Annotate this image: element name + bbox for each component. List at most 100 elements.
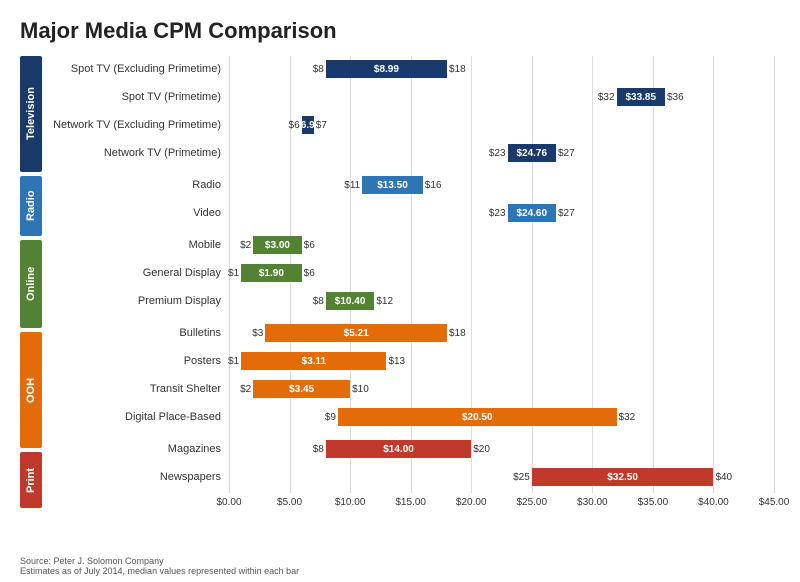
bar-area: $3.11$1 $13 xyxy=(229,352,780,370)
chart-body: TelevisionRadioOnlineOOHPrint Spot TV (E… xyxy=(20,56,780,515)
bar-row: General Display$1.90$1$6 xyxy=(44,260,780,286)
bar-max-label: $20 xyxy=(471,444,490,455)
x-axis-label-8: $40.00 xyxy=(698,497,729,508)
x-axis-label-3: $15.00 xyxy=(395,497,426,508)
bar-row: Spot TV (Primetime)$33.85$32$36 xyxy=(44,84,780,110)
bar-segment: $5.21 xyxy=(265,324,447,342)
bar-segment: $32.50 xyxy=(532,468,714,486)
bar-segment: $24.60 xyxy=(508,204,556,222)
bar-row-label: Spot TV (Excluding Primetime) xyxy=(44,63,229,75)
bar-rows: Spot TV (Excluding Primetime)$8.99$8$18S… xyxy=(44,56,780,490)
bar-max-label: $16 xyxy=(423,180,442,191)
bar-row: Transit Shelter $3.45$2 $10 xyxy=(44,376,780,402)
chart-container: Major Media CPM Comparison TelevisionRad… xyxy=(0,0,800,582)
bar-max-label: $7 xyxy=(314,120,327,131)
bar-row-label: Mobile xyxy=(44,239,229,251)
bar-row-label: Posters xyxy=(44,355,229,367)
bar-max-label: $13 xyxy=(386,356,405,367)
bar-row-label: Premium Display xyxy=(44,295,229,307)
bar-row-label: Newspapers xyxy=(44,471,229,483)
grid-and-rows: Spot TV (Excluding Primetime)$8.99$8$18S… xyxy=(44,56,780,493)
bar-segment: $10.40 xyxy=(326,292,374,310)
bar-row: Newspapers $32.50$25 $40 xyxy=(44,464,780,490)
bar-min-label: $3 xyxy=(252,328,265,339)
bar-row: Network TV (Primetime) $24.76$23 $27 xyxy=(44,140,780,166)
bar-segment: $6.92 xyxy=(302,116,314,134)
bar-max-label: $6 xyxy=(302,268,315,279)
bar-row: Mobile$3.00$2$6 xyxy=(44,232,780,258)
bar-area: $32.50$25 $40 xyxy=(229,468,780,486)
bar-min-label: $25 xyxy=(513,472,532,483)
bar-row-label: Radio xyxy=(44,179,229,191)
bar-row: Spot TV (Excluding Primetime)$8.99$8$18 xyxy=(44,56,780,82)
bar-segment: $13.50 xyxy=(362,176,423,194)
bar-row: Digital Place-Based $20.50$9 $32 xyxy=(44,404,780,430)
x-axis-label-9: $45.00 xyxy=(759,497,790,508)
bar-area: $24.60$23$27 xyxy=(229,204,780,222)
bar-segment: $24.76 xyxy=(508,144,556,162)
bar-area: $8.99$8$18 xyxy=(229,60,780,78)
bar-min-label: $32 xyxy=(598,92,617,103)
footer-line2: Estimates as of July 2014, median values… xyxy=(20,566,299,576)
bar-area: $10.40$8 $12 xyxy=(229,292,780,310)
bar-row-label: Digital Place-Based xyxy=(44,411,229,423)
bar-row: Premium Display $10.40$8 $12 xyxy=(44,288,780,314)
bar-row-label: Bulletins xyxy=(44,327,229,339)
bar-max-label: $32 xyxy=(617,412,636,423)
bar-segment: $33.85 xyxy=(617,88,665,106)
x-axis-labels: $0.00$5.00$10.00$15.00$20.00$25.00$30.00… xyxy=(229,497,780,515)
bar-row-label: Network TV (Primetime) xyxy=(44,147,229,159)
x-axis-label-4: $20.00 xyxy=(456,497,487,508)
bar-segment: $3.45 xyxy=(253,380,350,398)
category-labels: Television Radio Online OOH Print xyxy=(20,56,42,515)
category-label-online: Online xyxy=(20,240,42,328)
category-label-ooh: OOH xyxy=(20,332,42,448)
bar-segment: $20.50 xyxy=(338,408,617,426)
bar-min-label: $6 xyxy=(289,120,302,131)
footer-line1: Source: Peter J. Solomon Company xyxy=(20,556,299,566)
x-axis: $0.00$5.00$10.00$15.00$20.00$25.00$30.00… xyxy=(44,497,780,515)
bar-row-label: Spot TV (Primetime) xyxy=(44,91,229,103)
bar-row: Magazines$14.00$8$20 xyxy=(44,436,780,462)
bar-area: $1.90$1$6 xyxy=(229,264,780,282)
chart-title: Major Media CPM Comparison xyxy=(20,18,780,44)
bar-row-label: Magazines xyxy=(44,443,229,455)
category-label-print: Print xyxy=(20,452,42,508)
bar-max-label: $12 xyxy=(374,296,393,307)
category-label-television: Television xyxy=(20,56,42,172)
x-axis-spacer xyxy=(44,497,229,515)
bar-area: $5.21$3 $18 xyxy=(229,324,780,342)
bar-min-label: $11 xyxy=(344,180,362,191)
bar-max-label: $10 xyxy=(350,384,369,395)
bar-min-label: $2 xyxy=(240,384,253,395)
bar-area: $14.00$8$20 xyxy=(229,440,780,458)
bar-max-label: $18 xyxy=(447,328,466,339)
category-label-radio: Radio xyxy=(20,176,42,236)
bar-area: $3.00$2$6 xyxy=(229,236,780,254)
bar-min-label: $23 xyxy=(489,148,508,159)
bar-row: Bulletins $5.21$3 $18 xyxy=(44,320,780,346)
bar-min-label: $2 xyxy=(240,240,253,251)
bar-min-label: $8 xyxy=(313,64,326,75)
bar-row-label: Transit Shelter xyxy=(44,383,229,395)
bar-min-label: $8 xyxy=(313,444,326,455)
chart-footer: Source: Peter J. Solomon Company Estimat… xyxy=(20,556,299,576)
x-axis-label-5: $25.00 xyxy=(516,497,547,508)
bar-area: $3.45$2 $10 xyxy=(229,380,780,398)
bar-min-label: $9 xyxy=(325,412,338,423)
bar-segment: $3.11 xyxy=(241,352,386,370)
bar-row: Radio $13.50$11 $16 xyxy=(44,172,780,198)
bar-area: $20.50$9 $32 xyxy=(229,408,780,426)
bar-min-label: $1 xyxy=(228,356,241,367)
bar-max-label: $18 xyxy=(447,64,466,75)
bar-row-label: General Display xyxy=(44,267,229,279)
bar-min-label: $8 xyxy=(313,296,326,307)
bar-max-label: $27 xyxy=(556,148,575,159)
x-axis-label-1: $5.00 xyxy=(277,497,302,508)
x-axis-label-0: $0.00 xyxy=(216,497,241,508)
bar-area: $13.50$11 $16 xyxy=(229,176,780,194)
bar-max-label: $40 xyxy=(713,472,732,483)
x-axis-label-2: $10.00 xyxy=(335,497,366,508)
bar-row: Posters $3.11$1 $13 xyxy=(44,348,780,374)
bar-area: $24.76$23 $27 xyxy=(229,144,780,162)
